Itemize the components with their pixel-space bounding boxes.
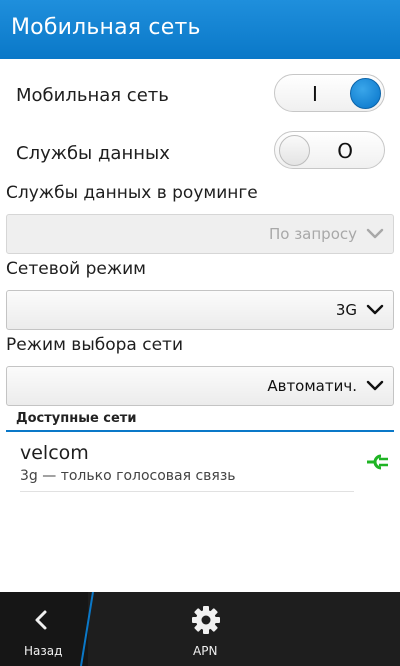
network-name: velcom [20,442,89,464]
connected-plug-icon [367,454,388,470]
data-services-toggle[interactable]: O [274,131,385,169]
network-mode-value: 3G [335,301,357,319]
chevron-down-icon [366,228,384,239]
selection-mode-dropdown[interactable]: Автоматич. [6,366,394,406]
roaming-label: Службы данных в роуминге [6,183,258,203]
back-separator [80,592,94,666]
page-title: Мобильная сеть [11,15,201,40]
network-list-item[interactable]: velcom 3g — только голосовая связь [6,437,394,493]
roaming-value: По запросу [268,225,357,243]
selection-mode-value: Автоматич. [267,377,357,395]
data-services-label: Службы данных [16,143,170,164]
action-bar: Назад APN [0,592,400,666]
chevron-left-icon [35,610,47,630]
apn-button[interactable]: APN [168,592,244,666]
toggle-state-text: I [312,82,318,106]
roaming-dropdown[interactable]: По запросу [6,214,394,254]
back-button[interactable]: Назад [0,592,88,666]
network-description: 3g — только голосовая связь [20,468,236,484]
section-divider [6,430,394,432]
gear-icon [192,606,220,634]
title-bar: Мобильная сеть [0,0,400,59]
toggle-knob [279,135,310,166]
chevron-down-icon [366,380,384,391]
selection-mode-label: Режим выбора сети [6,335,183,355]
mobile-network-label: Мобильная сеть [16,85,169,106]
network-mode-dropdown[interactable]: 3G [6,290,394,330]
network-mode-label: Сетевой режим [6,259,147,279]
apn-label: APN [193,644,218,658]
toggle-state-text: O [337,139,353,163]
back-label: Назад [24,644,63,658]
list-divider [20,491,354,492]
chevron-down-icon [366,304,384,315]
mobile-network-toggle[interactable]: I [274,74,385,112]
toggle-knob [350,78,381,109]
available-networks-header: Доступные сети [16,411,137,426]
